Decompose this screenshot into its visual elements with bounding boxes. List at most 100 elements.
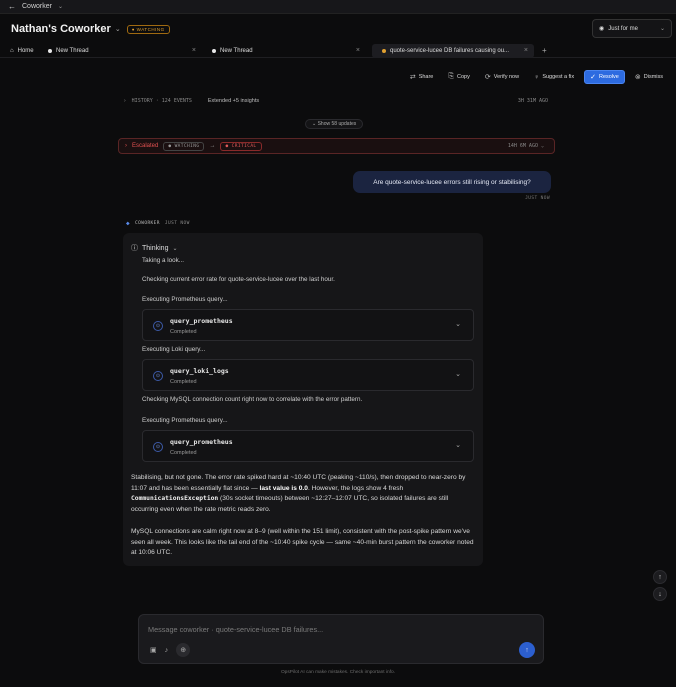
thinking-step: Taking a look... bbox=[142, 257, 185, 264]
tab-home[interactable]: ⌂ Home bbox=[0, 44, 38, 58]
thinking-toggle[interactable]: ⓘ Thinking ⌄ bbox=[131, 243, 178, 253]
tool-icon: ⊙ bbox=[153, 321, 163, 331]
copy-icon: ⎘ bbox=[448, 73, 454, 80]
tab-dot bbox=[382, 48, 386, 53]
user-message: Are quote-service-lucee errors still ris… bbox=[353, 171, 551, 193]
share-button[interactable]: ⇄ Share bbox=[405, 70, 439, 84]
arrow-left-icon[interactable]: ← bbox=[8, 2, 16, 11]
tool-status: Completed bbox=[170, 379, 197, 385]
tool-icon: ⊙ bbox=[153, 442, 163, 452]
scroll-up-button[interactable]: ↑ bbox=[653, 570, 667, 584]
user-message-text: Are quote-service-lucee errors still ris… bbox=[373, 178, 531, 186]
tool-name: query_loki_logs bbox=[170, 367, 229, 375]
chevron-down-icon: ⌄ bbox=[172, 245, 178, 252]
answer-text: . However, the logs show 4 fresh bbox=[307, 484, 404, 492]
thinking-step: Checking MySQL connection count right no… bbox=[142, 396, 363, 403]
verify-button[interactable]: ⟳ Verify now bbox=[480, 70, 524, 84]
thinking-step: Executing Prometheus query... bbox=[142, 296, 228, 303]
scroll-down-button[interactable]: ↓ bbox=[653, 587, 667, 601]
chevron-right-icon: › bbox=[125, 143, 127, 149]
dismiss-button[interactable]: ⊗ Dismiss bbox=[630, 70, 668, 84]
copy-label: Copy bbox=[456, 74, 470, 80]
thinking-step: Executing Loki query... bbox=[142, 346, 206, 353]
escalation-row[interactable]: › Escalated ● WATCHING → ● CRITICAL 14H … bbox=[118, 138, 555, 154]
tab-label: New Thread bbox=[220, 47, 253, 54]
visibility-value: Just for me bbox=[608, 25, 638, 32]
home-icon: ⌂ bbox=[10, 47, 14, 54]
app-switcher[interactable]: Coworker bbox=[22, 3, 52, 10]
resolve-button[interactable]: ✓ Resolve bbox=[584, 70, 625, 84]
copy-button[interactable]: ⎘ Copy bbox=[443, 70, 474, 84]
microphone-icon[interactable]: ♪ bbox=[165, 647, 169, 654]
assistant-name: COWORKER bbox=[135, 221, 160, 226]
image-icon[interactable]: ▣ bbox=[150, 646, 157, 654]
message-input[interactable]: Message coworker · quote-service-lucee D… bbox=[148, 625, 323, 634]
header: Nathan's Coworker ⌄ ● WATCHING ◉ Just fo… bbox=[0, 14, 676, 44]
tab-new-thread-2[interactable]: New Thread × bbox=[202, 44, 366, 58]
tab-label: quote-service-lucee DB failures causing … bbox=[390, 47, 510, 54]
refresh-icon: ⟳ bbox=[484, 74, 491, 81]
bot-icon: ◆ bbox=[126, 220, 131, 227]
tool-name: query_prometheus bbox=[170, 438, 233, 446]
arrow-up-icon: ↑ bbox=[525, 646, 529, 654]
send-button[interactable]: ↑ bbox=[519, 642, 535, 658]
thinking-label: Thinking bbox=[142, 244, 169, 252]
close-icon[interactable]: × bbox=[356, 47, 360, 54]
chevron-down-icon: ⌄ bbox=[659, 26, 665, 32]
tool-call-card[interactable]: ⊙ query_prometheus Completed ⌄ bbox=[142, 430, 474, 462]
share-label: Share bbox=[418, 74, 434, 80]
resolve-label: Resolve bbox=[599, 74, 619, 80]
tab-incident-thread[interactable]: quote-service-lucee DB failures causing … bbox=[372, 43, 534, 58]
tab-label: Home bbox=[17, 47, 34, 54]
thinking-step: Executing Prometheus query... bbox=[142, 417, 228, 424]
assistant-time: JUST NOW bbox=[164, 221, 190, 226]
from-badge: ● WATCHING bbox=[163, 141, 205, 151]
tool-status: Completed bbox=[170, 329, 197, 335]
answer-code-text: CommunicationsException bbox=[131, 495, 219, 502]
tool-name: query_prometheus bbox=[170, 317, 233, 325]
close-icon[interactable]: × bbox=[192, 47, 196, 54]
tab-label: New Thread bbox=[56, 47, 89, 54]
message-composer[interactable]: Message coworker · quote-service-lucee D… bbox=[138, 614, 544, 664]
assistant-message: ⓘ Thinking ⌄ Taking a look... Checking c… bbox=[123, 233, 483, 566]
share-icon: ⇄ bbox=[409, 74, 416, 81]
arrow-up-icon: ↑ bbox=[658, 573, 662, 581]
tool-status: Completed bbox=[170, 450, 197, 456]
tool-call-card[interactable]: ⊙ query_prometheus Completed ⌄ bbox=[142, 309, 474, 341]
tab-dot bbox=[48, 48, 52, 53]
action-bar: ⇄ Share ⎘ Copy ⟳ Verify now ♀ Suggest a fix … bbox=[405, 70, 668, 84]
composer-tools: ▣ ♪ ⊕ bbox=[150, 643, 191, 657]
show-updates-label: Show 58 updates bbox=[317, 121, 357, 127]
escalation-time: 14H 6M AGO ⌄ bbox=[507, 143, 544, 149]
thinking-step: Checking current error rate for quote-se… bbox=[142, 276, 335, 283]
tab-bar: ⌂ Home New Thread × New Thread × quote-s… bbox=[0, 43, 676, 58]
close-icon[interactable]: × bbox=[524, 47, 528, 54]
history-time: 3H 31M AGO bbox=[517, 98, 548, 104]
tool-call-card[interactable]: ⊙ query_loki_logs Completed ⌄ bbox=[142, 359, 474, 391]
chevron-down-icon[interactable]: ⌄ bbox=[115, 25, 121, 33]
to-badge: ● CRITICAL bbox=[220, 141, 262, 151]
page-title[interactable]: Nathan's Coworker bbox=[11, 23, 111, 35]
lightbulb-icon: ♀ bbox=[534, 73, 540, 81]
chevron-down-icon[interactable]: ⌄ bbox=[58, 3, 63, 10]
tab-new-thread-1[interactable]: New Thread × bbox=[38, 44, 202, 58]
add-tab-button[interactable]: + bbox=[542, 46, 547, 55]
suggest-fix-button[interactable]: ♀ Suggest a fix bbox=[529, 70, 579, 84]
eye-icon: ◉ bbox=[599, 26, 605, 32]
disclaimer: OpsPilot AI can make mistakes. Check imp… bbox=[280, 670, 396, 675]
globe-icon[interactable]: ⊕ bbox=[176, 643, 191, 657]
answer-paragraph-2: MySQL connections are calm right now at … bbox=[131, 528, 474, 556]
show-updates-button[interactable]: ⌄ Show 58 updates bbox=[305, 119, 364, 129]
check-circle-icon: ✓ bbox=[590, 74, 596, 81]
suggest-label: Suggest a fix bbox=[542, 74, 575, 80]
chevron-right-icon: › bbox=[124, 98, 126, 104]
history-label: HISTORY · 124 EVENTS bbox=[131, 98, 192, 104]
history-row[interactable]: › HISTORY · 124 EVENTS Extended +5 insig… bbox=[118, 94, 554, 108]
tab-dot bbox=[212, 48, 216, 53]
chevron-down-icon: ⌄ bbox=[455, 321, 461, 328]
verify-label: Verify now bbox=[493, 74, 520, 80]
top-bar: ← Coworker ⌄ bbox=[0, 0, 676, 14]
status-badge: ● WATCHING bbox=[126, 24, 170, 34]
visibility-dropdown[interactable]: ◉ Just for me ⌄ bbox=[592, 19, 672, 38]
brain-icon: ⓘ bbox=[131, 245, 138, 252]
